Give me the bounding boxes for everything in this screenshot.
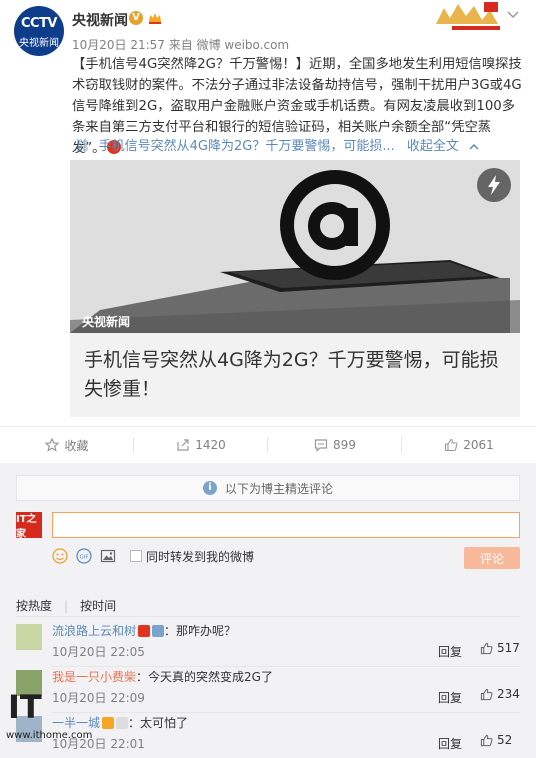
thumb-up-icon [480,642,493,654]
like-count: 2061 [463,438,494,452]
ithome-watermark: IT www.ithome.com [4,686,104,746]
chain-link-icon: ⛓ [74,139,91,154]
crown-icon [149,13,161,24]
article-link[interactable]: 手机信号突然从4G降为2G？千万要警惕，可能损... [99,139,395,154]
emoji-icon[interactable] [52,548,68,564]
action-bar: 收藏 1420 899 2061 [0,426,536,462]
article-link-row: ⛓ 手机信号突然从4G降为2G？千万要警惕，可能损... 收起全文 [74,135,479,154]
sort-by-time-tab[interactable]: 按时间 [80,599,116,613]
commenter-name[interactable]: 流浪路上云和树 [52,624,136,638]
divider [52,712,520,713]
comment-time: 10月20日 22:05 [52,645,145,659]
article-card[interactable]: 央视新闻 手机信号突然从4G降为2G？千万要警惕，可能损失惨重！ [70,160,520,417]
comment-input[interactable] [52,512,520,538]
divider [52,666,520,667]
thumb-up-icon [445,438,458,452]
article-title: 手机信号突然从4G降为2G？千万要警惕，可能损失惨重！ [84,349,499,400]
divider [16,616,520,617]
comment-like-count: 234 [497,687,520,701]
notice-text: 以下为博主精选评论 [224,481,333,496]
sort-separator: | [64,599,69,613]
verified-badge: V [129,11,143,25]
comment-like-count: 52 [497,733,513,747]
like-button[interactable]: 2061 [402,427,536,463]
thumb-up-icon [480,734,493,746]
watermark-url: www.ithome.com [6,730,93,741]
comment-count: 899 [333,438,356,452]
reply-button[interactable]: 回复 [438,735,462,752]
commenter-name[interactable]: 我是一只小费柴 [52,670,136,684]
repost-checkbox[interactable] [130,550,142,562]
featured-comments-notice: i 以下为博主精选评论 [16,475,520,501]
article-cover-image: 央视新闻 [70,160,520,333]
comment-like-button[interactable]: 234 [480,687,520,701]
repost-checkbox-label: 同时转发到我的微博 [146,549,255,564]
image-icon[interactable] [100,548,116,564]
comment-text: ：那咋办呢？ [164,624,237,638]
comment-like-button[interactable]: 517 [480,641,520,655]
comment-icon [314,439,328,452]
comment-toolbar: GIF 同时转发到我的微博 [52,546,254,566]
comment-line: 流浪路上云和树 ：那咋办呢？ [52,622,236,639]
comment-button[interactable]: 899 [268,427,402,463]
comment-line: 我是一只小费柴：今天真的突然变成2G了 [52,668,273,685]
article-source: 央视新闻 [82,315,131,329]
sort-tabs: 按热度 | 按时间 [16,597,128,614]
author-name[interactable]: 央视新闻 [72,10,128,30]
commenter-avatar[interactable] [16,624,42,650]
watermark-logo: IT [8,688,42,726]
submit-comment-button[interactable]: 评论 [464,547,520,569]
reply-button[interactable]: 回复 [438,689,462,706]
avatar-logo-text: CCTV [20,16,58,31]
comment-item: 流浪路上云和树 ：那咋办呢？ 10月20日 22:05 回复 517 [16,622,520,668]
info-icon: i [202,481,217,495]
chevron-down-icon[interactable] [506,10,520,20]
comment-text: ：今天真的突然变成2G了 [136,670,273,684]
my-avatar: IT之家 [16,512,42,540]
repost-button[interactable]: 1420 [134,427,268,463]
member-badge-icon [138,625,151,637]
comment-text: ：太可怕了 [128,716,189,730]
reply-button[interactable]: 回复 [438,643,462,660]
author-avatar[interactable]: CCTV 央视新闻 [14,6,64,56]
svg-text:GIF: GIF [79,555,88,561]
gif-icon[interactable]: GIF [76,548,92,564]
sort-by-hot-tab[interactable]: 按热度 [16,599,52,613]
favorite-button[interactable]: 收藏 [0,427,134,463]
level-badge-icon [152,625,165,637]
panda-emoji-icon [116,717,129,729]
post-meta: 10月20日 21:57 来自 微博 weibo.com [72,38,290,52]
star-icon [45,438,60,452]
favorite-label: 收藏 [64,438,89,453]
festival-banner-decoration [430,0,502,30]
thumb-up-icon [480,688,493,700]
weibo-post-card: CCTV 央视新闻 央视新闻 V 10月20日 21:57 来自 微博 weib… [0,0,536,463]
avatar-caption: 央视新闻 [19,38,59,49]
chevron-up-icon[interactable] [469,143,479,150]
comment-like-count: 517 [497,641,520,655]
collapse-link[interactable]: 收起全文 [407,139,459,154]
repost-count: 1420 [195,438,226,452]
lightning-icon [477,168,511,202]
at-symbol-phone-illustration [70,160,520,333]
repost-icon [177,439,189,451]
comment-like-button[interactable]: 52 [480,733,512,747]
